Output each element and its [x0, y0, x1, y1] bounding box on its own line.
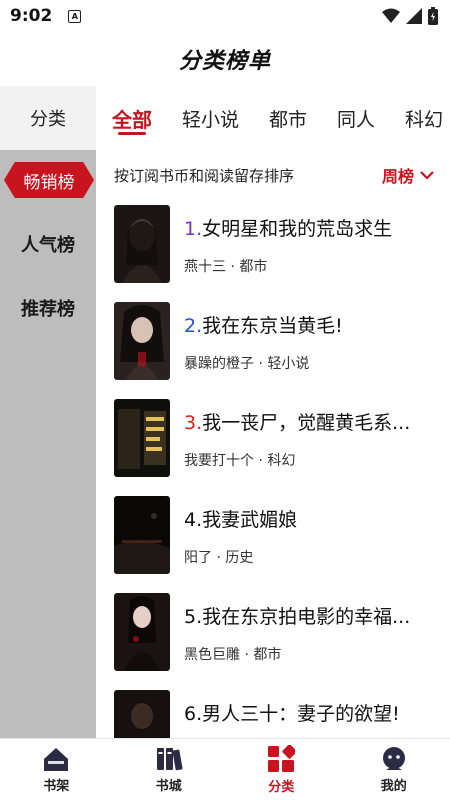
sidebar-item-bestseller[interactable]: 畅销榜	[4, 162, 94, 198]
tab-label: 同人	[337, 108, 376, 131]
book-rank: 3.	[184, 412, 203, 434]
page-header: 分类榜单	[0, 32, 450, 86]
tab-label: 全部	[112, 107, 152, 132]
book-list: 1.女明星和我的荒岛求生 燕十三 · 都市 2.我在东京当黄毛! 暴躁的橙子 ·…	[96, 200, 450, 738]
sidebar-header: 分类	[0, 86, 96, 150]
status-icons	[382, 7, 438, 25]
notification-icon: A	[68, 9, 82, 23]
tab-urban[interactable]: 都市	[269, 86, 307, 150]
profile-icon	[382, 746, 405, 770]
wifi-icon	[382, 8, 400, 23]
book-cover	[114, 690, 170, 738]
nav-label: 书架	[43, 778, 70, 794]
sidebar-item-popularity[interactable]: 人气榜	[0, 224, 96, 264]
book-cover	[114, 302, 170, 380]
book-rank: 4.	[184, 509, 203, 531]
book-meta: 黑色巨雕 · 都市	[184, 647, 282, 663]
category-icon	[268, 744, 296, 772]
book-title: 6.男人三十：妻子的欲望!	[184, 699, 446, 726]
book-meta: 燕十三 · 都市	[184, 259, 268, 275]
period-dropdown-label: 周榜	[381, 167, 414, 186]
status-time: 9:02	[10, 6, 53, 26]
book-title-text: 我在东京拍电影的幸福...	[202, 606, 411, 628]
nav-label: 书城	[155, 778, 182, 794]
chevron-down-icon	[420, 171, 434, 180]
book-item-1[interactable]: 1.女明星和我的荒岛求生 燕十三 · 都市	[96, 200, 450, 297]
page-title: 分类榜单	[178, 49, 271, 74]
tab-underline	[118, 132, 146, 135]
book-cover	[114, 205, 170, 283]
book-title: 5.我在东京拍电影的幸福...	[184, 602, 446, 629]
book-rank: 2.	[184, 315, 203, 337]
tab-label: 科幻	[405, 108, 444, 131]
tab-light-novel[interactable]: 轻小说	[182, 86, 239, 150]
book-item-3[interactable]: 3.我一丧尸，觉醒黄毛系... 我要打十个 · 科幻	[96, 394, 450, 491]
bookstore-icon	[156, 747, 183, 770]
tab-scifi[interactable]: 科幻	[405, 86, 443, 150]
book-title: 4.我妻武媚娘	[184, 505, 446, 532]
bottom-nav: 书架 书城 分类 我的	[0, 738, 450, 800]
battery-icon	[428, 7, 438, 25]
sort-row: 按订阅书币和阅读留存排序 周榜	[96, 150, 450, 200]
book-title-text: 女明星和我的荒岛求生	[202, 218, 393, 240]
book-cover	[114, 496, 170, 574]
status-bar: 9:02 A	[0, 0, 450, 32]
book-rank: 6.	[184, 703, 203, 725]
nav-profile[interactable]: 我的	[338, 739, 450, 800]
book-meta: 我要打十个 · 科幻	[184, 453, 296, 469]
tab-label: 都市	[269, 108, 308, 131]
tab-fanfic[interactable]: 同人	[337, 86, 375, 150]
book-cover	[114, 399, 170, 477]
bookshelf-icon	[44, 747, 69, 771]
nav-bookstore[interactable]: 书城	[113, 739, 226, 800]
period-dropdown[interactable]: 周榜	[382, 163, 434, 187]
book-item-2[interactable]: 2.我在东京当黄毛! 暴躁的橙子 · 轻小说	[96, 297, 450, 394]
book-title-text: 我在东京当黄毛!	[202, 315, 343, 337]
nav-bookshelf[interactable]: 书架	[0, 739, 113, 800]
sort-description: 按订阅书币和阅读留存排序	[114, 166, 295, 185]
book-cover	[114, 593, 170, 671]
nav-label: 分类	[268, 779, 295, 795]
book-title-text: 我一丧尸，觉醒黄毛系...	[202, 412, 411, 434]
tab-label: 轻小说	[182, 108, 240, 131]
book-meta: 阳了 · 历史	[184, 550, 254, 566]
book-item-6[interactable]: 6.男人三十：妻子的欲望!	[96, 685, 450, 738]
book-title: 2.我在东京当黄毛!	[184, 311, 446, 338]
book-title: 1.女明星和我的荒岛求生	[184, 214, 446, 241]
book-item-4[interactable]: 4.我妻武媚娘 阳了 · 历史	[96, 491, 450, 588]
cellular-icon	[406, 8, 422, 24]
sidebar-item-recommended[interactable]: 推荐榜	[0, 288, 96, 328]
book-title: 3.我一丧尸，觉醒黄毛系...	[184, 408, 446, 435]
category-tabs: 全部 轻小说 都市 同人 科幻	[96, 86, 450, 150]
nav-label: 我的	[380, 778, 407, 794]
book-rank: 5.	[184, 606, 203, 628]
book-rank: 1.	[184, 218, 203, 240]
book-title-text: 我妻武媚娘	[202, 509, 298, 531]
tab-all[interactable]: 全部	[112, 86, 152, 150]
nav-category[interactable]: 分类	[225, 739, 338, 800]
sidebar: 分类 畅销榜 人气榜 推荐榜	[0, 86, 96, 738]
book-meta: 暴躁的橙子 · 轻小说	[184, 356, 310, 372]
book-title-text: 男人三十：妻子的欲望!	[202, 703, 400, 725]
book-item-5[interactable]: 5.我在东京拍电影的幸福... 黑色巨雕 · 都市	[96, 588, 450, 685]
